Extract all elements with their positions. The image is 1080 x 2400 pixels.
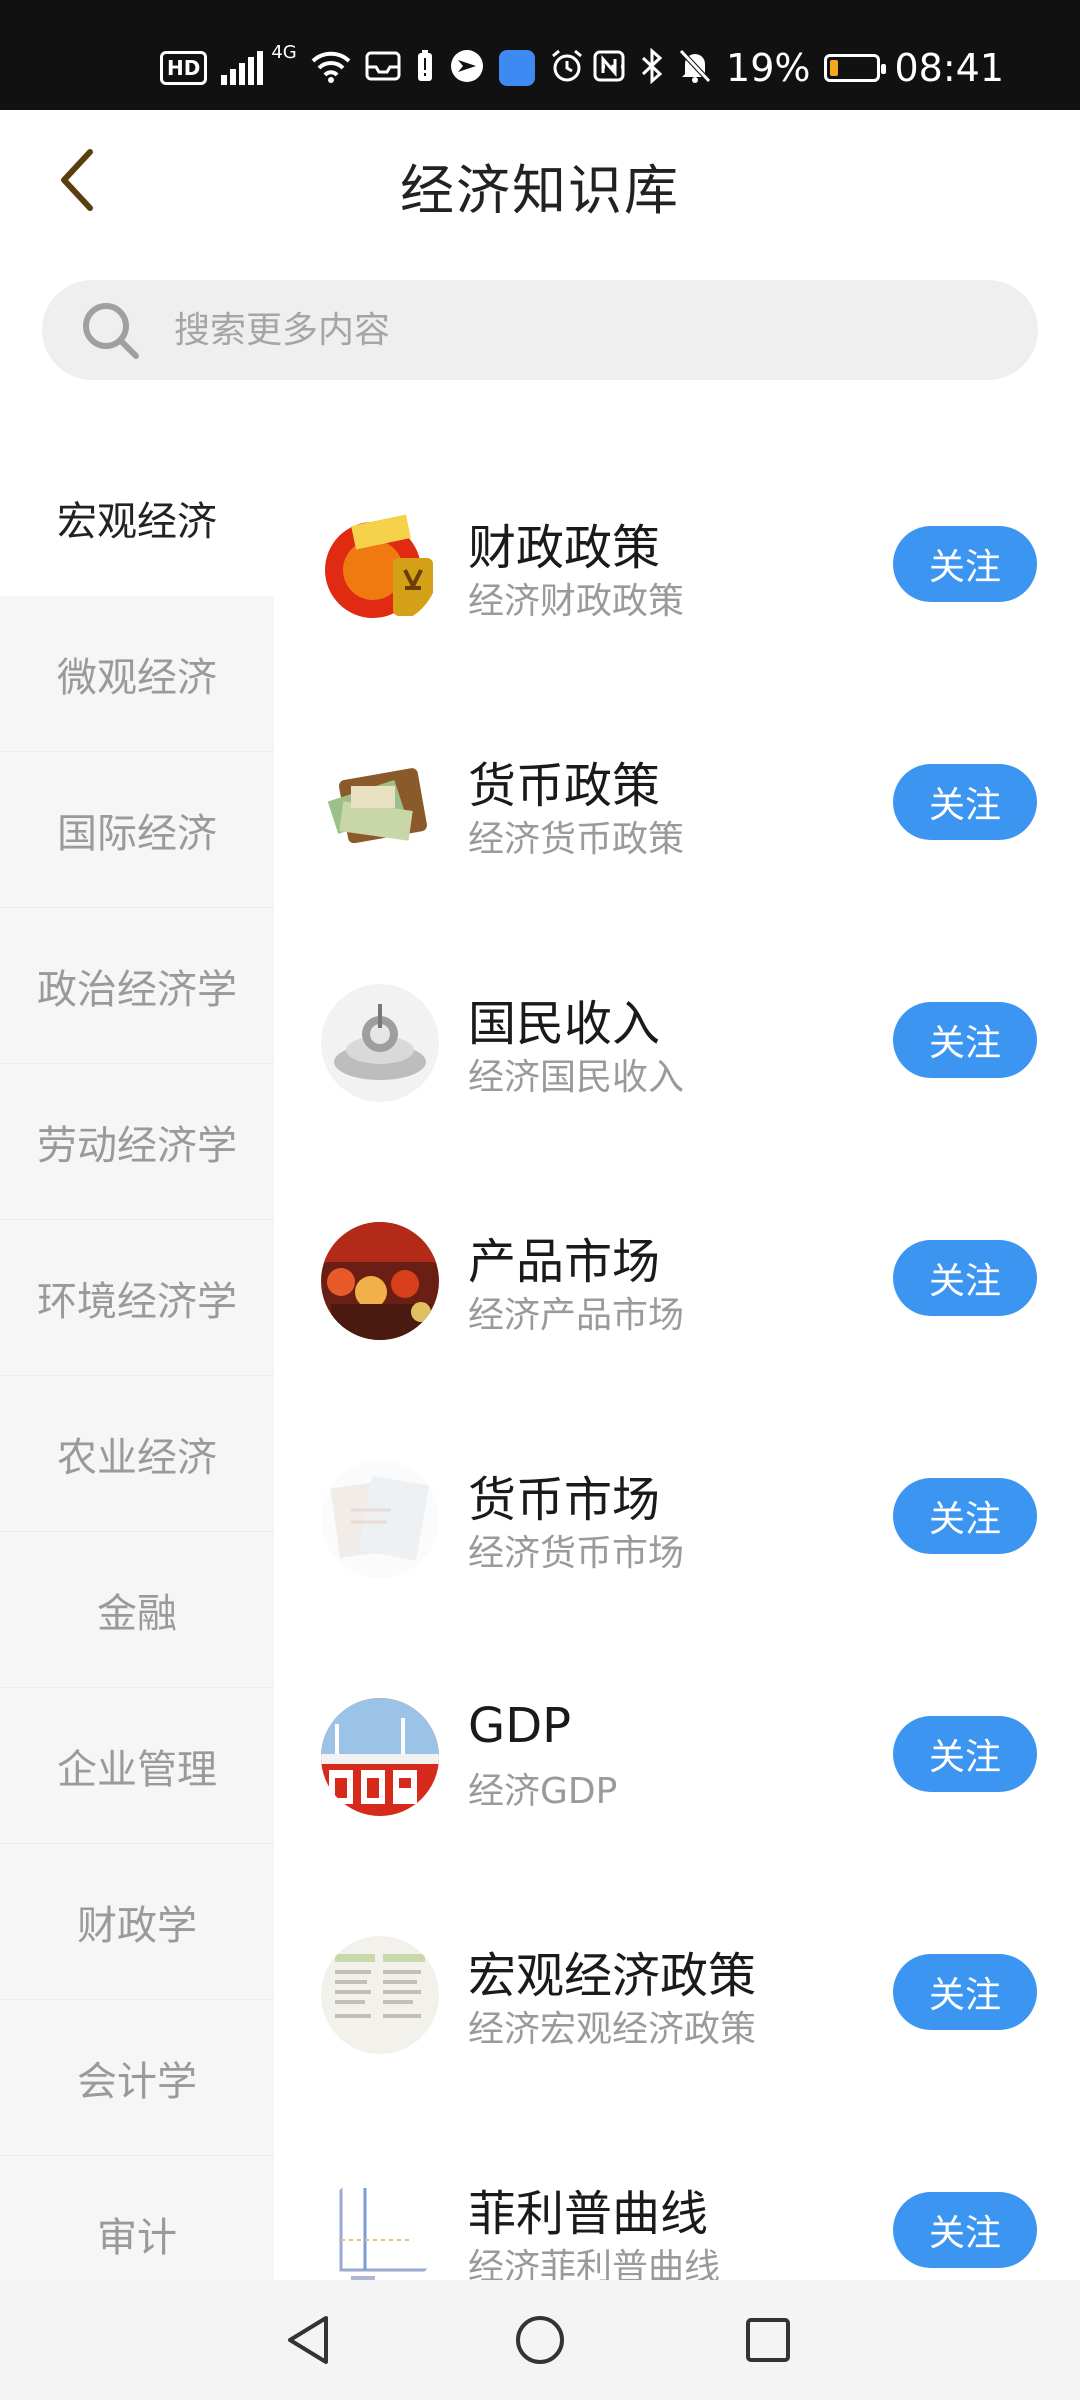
national-income-thumbnail xyxy=(321,984,439,1102)
item-title: 财政政策 xyxy=(468,520,661,576)
home-circle-icon xyxy=(516,2316,564,2364)
sidebar-item-business-management[interactable]: 企业管理 xyxy=(0,1688,274,1844)
battery-percent: 19% xyxy=(726,46,811,90)
nav-home-button[interactable] xyxy=(504,2304,576,2376)
item-subtitle: 经济财政政策 xyxy=(468,581,685,622)
item-title: 国民收入 xyxy=(468,996,661,1052)
nav-back-button[interactable] xyxy=(272,2304,344,2376)
search-bar[interactable] xyxy=(42,280,1038,380)
topic-list: 财政政策 经济财政政策 关注 货币政策 经济货币政策 关注 国民收入 经济国民收… xyxy=(274,440,1080,2280)
list-item[interactable]: 菲利普曲线 经济菲利普曲线 关注 xyxy=(274,2106,1080,2280)
hd-icon: HD xyxy=(160,51,208,85)
back-triangle-icon xyxy=(288,2316,328,2364)
bluetooth-icon xyxy=(640,47,664,88)
inbox-icon xyxy=(365,49,401,87)
list-item[interactable]: 货币政策 经济货币政策 关注 xyxy=(274,678,1080,916)
clock: 08:41 xyxy=(894,46,1004,90)
status-icons-left: HD 4G ··· xyxy=(160,44,627,92)
signal-icon xyxy=(221,51,264,85)
item-subtitle: 经济菲利普曲线 xyxy=(468,2247,721,2280)
list-item[interactable]: 货币市场 经济货币市场 关注 xyxy=(274,1392,1080,1630)
status-bar: HD 4G ··· 19% 08:41 xyxy=(0,0,1080,110)
app-blue-icon xyxy=(498,50,535,86)
list-item[interactable]: GDP 经济GDP 关注 xyxy=(274,1630,1080,1868)
battery-icon xyxy=(824,54,887,82)
app-header: 经济知识库 xyxy=(0,110,1080,250)
search-icon xyxy=(83,303,139,359)
sidebar-item-public-finance[interactable]: 财政学 xyxy=(0,1844,274,2000)
sidebar-item-macroeconomics[interactable]: 宏观经济 xyxy=(0,440,274,596)
follow-button[interactable]: 关注 xyxy=(893,1240,1037,1316)
alarm-icon xyxy=(549,48,585,88)
sidebar-item-labor-economics[interactable]: 劳动经济学 xyxy=(0,1064,274,1220)
battery-fill xyxy=(830,60,839,76)
fiscal-policy-thumbnail xyxy=(321,508,439,626)
follow-button[interactable]: 关注 xyxy=(893,526,1037,602)
sidebar-item-political-economy[interactable]: 政治经济学 xyxy=(0,908,274,1064)
nfc-icon xyxy=(592,49,626,87)
wifi-icon xyxy=(311,49,351,87)
battery-alert-icon xyxy=(415,49,435,87)
sidebar-item-agricultural-economics[interactable]: 农业经济 xyxy=(0,1376,274,1532)
item-subtitle: 经济货币市场 xyxy=(468,1533,685,1574)
item-subtitle: 经济国民收入 xyxy=(468,1057,685,1098)
product-market-thumbnail xyxy=(321,1222,439,1340)
item-subtitle: 经济货币政策 xyxy=(468,819,685,860)
sidebar-item-environmental-economics[interactable]: 环境经济学 xyxy=(0,1220,274,1376)
mute-icon xyxy=(678,48,712,88)
sidebar-item-accounting[interactable]: 会计学 xyxy=(0,2000,274,2156)
recents-square-icon xyxy=(746,2318,790,2362)
category-sidebar: 宏观经济 微观经济 国际经济 政治经济学 劳动经济学 环境经济学 农业经济 金融… xyxy=(0,440,274,2280)
nav-recents-button[interactable] xyxy=(732,2304,804,2376)
item-title: 产品市场 xyxy=(468,1234,661,1290)
item-subtitle: 经济宏观经济政策 xyxy=(468,2009,757,2050)
network-type: 4G xyxy=(271,42,297,63)
follow-button[interactable]: 关注 xyxy=(893,1954,1037,2030)
list-item[interactable]: 财政政策 经济财政政策 关注 xyxy=(274,440,1080,678)
follow-button[interactable]: 关注 xyxy=(893,2192,1037,2268)
sidebar-item-finance[interactable]: 金融 xyxy=(0,1532,274,1688)
app-icon xyxy=(449,48,485,88)
list-item[interactable]: 国民收入 经济国民收入 关注 xyxy=(274,916,1080,1154)
list-item[interactable]: 宏观经济政策 经济宏观经济政策 关注 xyxy=(274,1868,1080,2106)
monetary-policy-thumbnail xyxy=(321,746,439,864)
item-title: 货币市场 xyxy=(468,1472,661,1528)
system-nav-bar xyxy=(0,2280,1080,2400)
item-title: 货币政策 xyxy=(468,758,661,814)
item-title: 菲利普曲线 xyxy=(468,2186,709,2242)
gdp-thumbnail xyxy=(321,1698,439,1816)
macroeconomic-policy-thumbnail xyxy=(321,1936,439,2054)
money-market-thumbnail xyxy=(321,1460,439,1578)
page-title: 经济知识库 xyxy=(400,159,680,222)
phillips-curve-thumbnail xyxy=(321,2174,439,2280)
follow-button[interactable]: 关注 xyxy=(893,1478,1037,1554)
sidebar-item-audit[interactable]: 审计 xyxy=(0,2156,274,2280)
item-title: 宏观经济政策 xyxy=(468,1948,757,2004)
search-input[interactable] xyxy=(172,308,956,352)
item-subtitle: 经济产品市场 xyxy=(468,1295,685,1336)
follow-button[interactable]: 关注 xyxy=(893,1716,1037,1792)
item-subtitle: 经济GDP xyxy=(468,1771,618,1812)
follow-button[interactable]: 关注 xyxy=(893,764,1037,840)
follow-button[interactable]: 关注 xyxy=(893,1002,1037,1078)
status-icons-right: 19% 08:41 xyxy=(592,44,1004,92)
sidebar-item-microeconomics[interactable]: 微观经济 xyxy=(0,596,274,752)
item-title: GDP xyxy=(468,1698,572,1754)
list-item[interactable]: 产品市场 经济产品市场 关注 xyxy=(274,1154,1080,1392)
sidebar-item-international-economics[interactable]: 国际经济 xyxy=(0,752,274,908)
